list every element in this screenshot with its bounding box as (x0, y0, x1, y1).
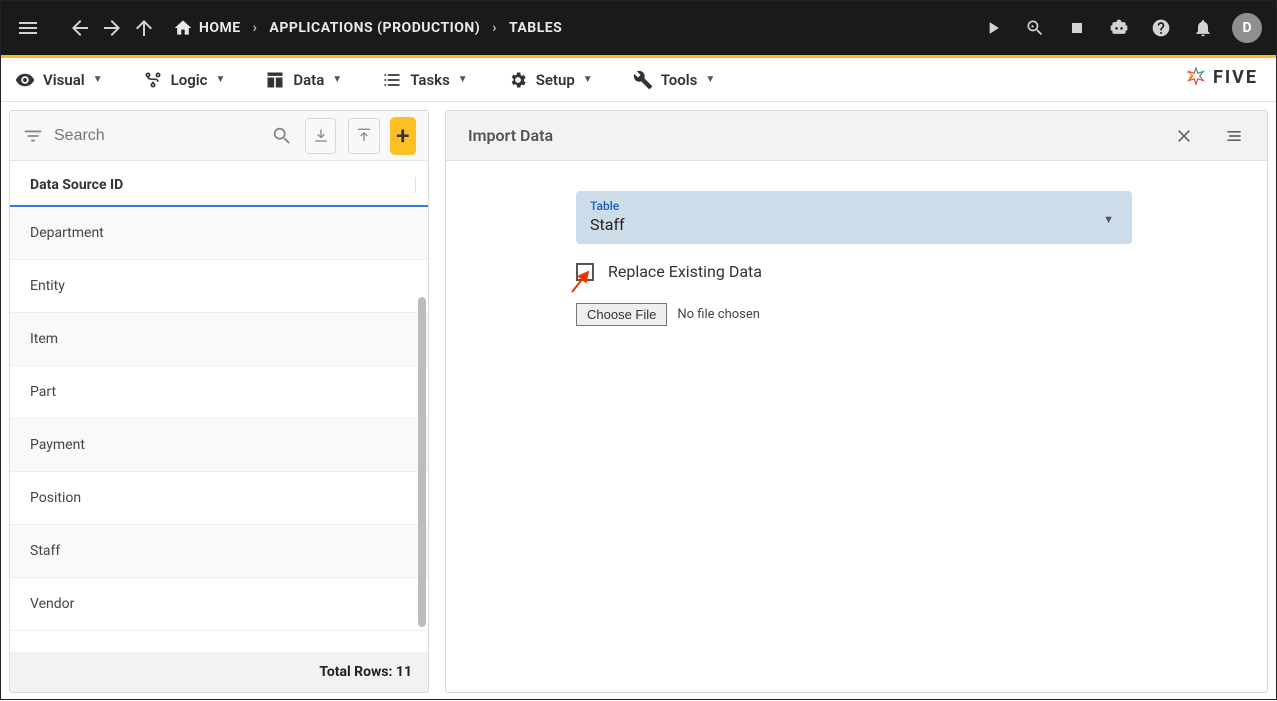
menu-setup[interactable]: Setup▼ (508, 70, 593, 90)
file-status: No file chosen (677, 307, 760, 322)
table-icon (265, 70, 285, 90)
topbar-actions: D (980, 13, 1262, 43)
hamburger-icon[interactable] (15, 15, 41, 41)
table-select[interactable]: Table Staff ▼ (576, 191, 1132, 244)
list-item[interactable]: Payment (10, 419, 428, 472)
nav-back-icon[interactable] (67, 15, 93, 41)
import-form: Table Staff ▼ Replace Existing Data Choo… (446, 161, 1267, 356)
right-panel-header: Import Data (446, 111, 1267, 161)
list-item[interactable]: Department (10, 207, 428, 260)
app-topbar: HOME › APPLICATIONS (PRODUCTION) › TABLE… (1, 1, 1276, 55)
list-footer: Total Rows: 11 (10, 652, 428, 692)
choose-file-button[interactable]: Choose File (576, 303, 667, 326)
menu-logic[interactable]: Logic▼ (143, 70, 226, 90)
list-item[interactable]: Entity (10, 260, 428, 313)
list-item[interactable]: Staff (10, 525, 428, 578)
home-icon (173, 18, 193, 38)
logic-icon (143, 70, 163, 90)
upload-icon[interactable] (348, 118, 379, 154)
avatar[interactable]: D (1232, 13, 1262, 43)
close-icon[interactable] (1173, 125, 1195, 147)
menu-visual[interactable]: Visual▼ (15, 70, 103, 90)
data-source-list[interactable]: Department Entity Item Part Payment Posi… (10, 207, 428, 652)
help-icon[interactable] (1148, 15, 1174, 41)
download-icon[interactable] (305, 118, 336, 154)
robot-icon[interactable] (1106, 15, 1132, 41)
list-item[interactable]: Item (10, 313, 428, 366)
menu-tools[interactable]: Tools▼ (633, 70, 716, 90)
checklist-icon (382, 70, 402, 90)
table-select-label: Table (590, 199, 1118, 213)
tools-icon (633, 70, 653, 90)
list-item[interactable]: Part (10, 366, 428, 419)
chevron-right-icon: › (253, 20, 258, 36)
chevron-right-icon: › (492, 20, 497, 36)
content-area: + Data Source ID Department Entity Item … (1, 102, 1276, 701)
list-item[interactable]: Position (10, 472, 428, 525)
brand-logo: FIVE (1185, 66, 1258, 88)
stop-icon[interactable] (1064, 15, 1090, 41)
breadcrumb-tables[interactable]: TABLES (509, 20, 562, 36)
right-panel: Import Data Table Staff ▼ Replace Existi… (445, 110, 1268, 693)
eye-icon (15, 70, 35, 90)
table-select-value: Staff (590, 215, 1118, 234)
bell-icon[interactable] (1190, 15, 1216, 41)
nav-forward-icon (99, 15, 125, 41)
menu-tasks[interactable]: Tasks▼ (382, 70, 468, 90)
menubar: Visual▼ Logic▼ Data▼ Tasks▼ Setup▼ Tools… (1, 58, 1276, 102)
chevron-down-icon: ▼ (1103, 212, 1114, 225)
list-header: Data Source ID (10, 161, 428, 207)
search-icon[interactable] (271, 123, 293, 149)
nav-up-icon[interactable] (131, 15, 157, 41)
breadcrumb-home[interactable]: HOME (173, 18, 241, 38)
filter-icon[interactable] (22, 123, 44, 149)
add-button[interactable]: + (390, 117, 416, 155)
scrollbar[interactable] (418, 297, 426, 627)
gear-icon (508, 70, 528, 90)
replace-checkbox[interactable] (576, 263, 594, 281)
search-play-icon[interactable] (1022, 15, 1048, 41)
play-icon[interactable] (980, 15, 1006, 41)
menu-data[interactable]: Data▼ (265, 70, 342, 90)
list-item[interactable]: Vendor (10, 578, 428, 631)
breadcrumb: HOME › APPLICATIONS (PRODUCTION) › TABLE… (173, 18, 562, 38)
page-title: Import Data (468, 126, 553, 145)
left-panel: + Data Source ID Department Entity Item … (9, 110, 429, 693)
left-panel-toolbar: + (10, 111, 428, 161)
stagger-list-icon[interactable] (1223, 125, 1245, 147)
brand-star-icon (1185, 66, 1207, 88)
replace-label: Replace Existing Data (608, 262, 762, 281)
breadcrumb-applications[interactable]: APPLICATIONS (PRODUCTION) (269, 20, 480, 36)
search-input[interactable] (54, 127, 261, 145)
